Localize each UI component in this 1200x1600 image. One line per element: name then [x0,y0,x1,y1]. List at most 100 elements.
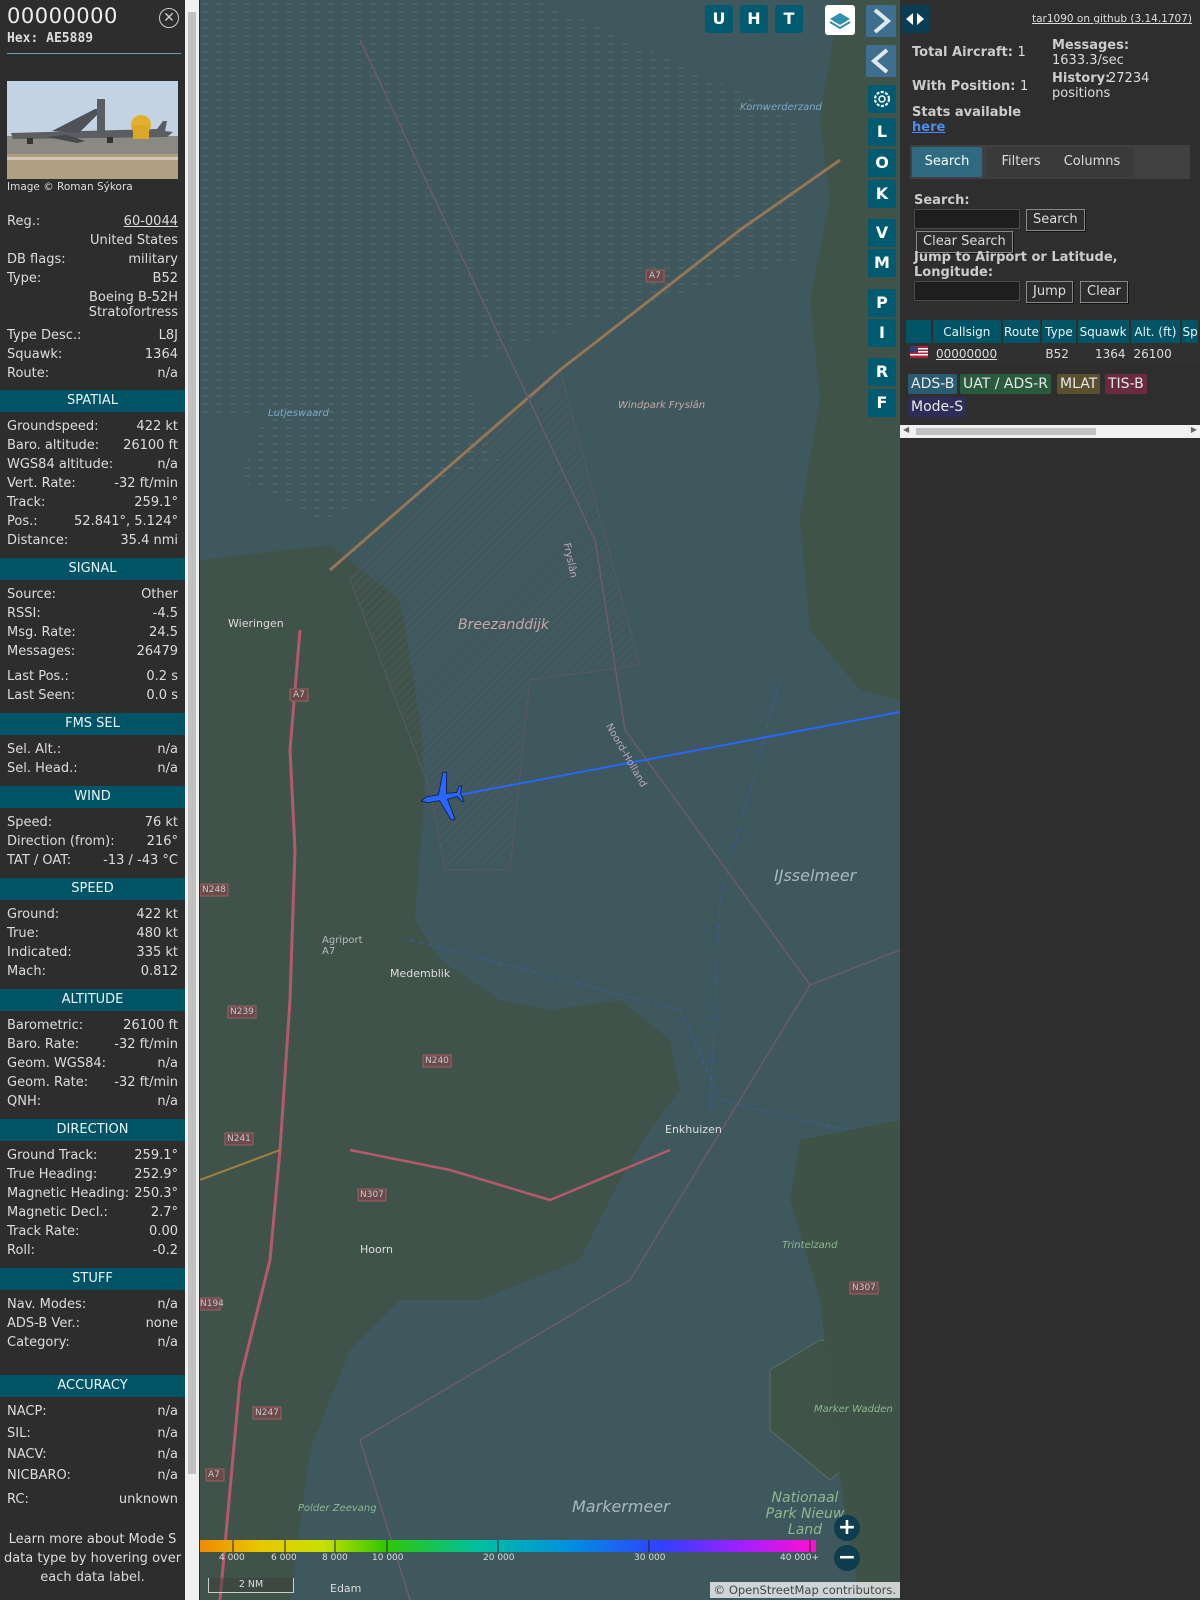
info-row: Magnetic Decl.: 2.7° [7,1205,178,1224]
info-row: Sel. Head.: n/a [7,761,178,780]
settings-button[interactable] [868,85,896,113]
toggle-l-button[interactable]: L [868,118,896,146]
collapse-sidebar-button[interactable] [866,45,896,77]
col-callsign[interactable]: Callsign [932,320,1003,343]
scroll-right-arrow-icon[interactable]: ▶ [1191,425,1197,434]
place-label: Enkhuizen [665,1123,722,1136]
squawk-value: 1364 [144,347,178,362]
route-label: Route: [7,366,50,381]
aircraft-photo[interactable] [7,81,178,179]
row-value: unknown [118,1492,178,1507]
info-row: Roll: -0.2 [7,1243,178,1262]
row-value: 422 kt [136,419,178,434]
row-label: Category: [7,1335,70,1350]
scrollbar-thumb[interactable] [188,12,196,1474]
row-label: RSSI: [7,606,41,621]
tab-search[interactable]: Search [912,147,982,177]
toggle-f-button[interactable]: F [868,389,896,417]
with-position-label: With Position: [912,79,1016,94]
info-row: Track Rate: 0.00 [7,1224,178,1243]
hscroll-thumb[interactable] [916,428,1096,435]
row-value: -32 ft/min [114,1037,178,1052]
info-row: True Heading: 252.9° [7,1167,178,1186]
toggle-r-button[interactable]: R [868,358,896,386]
toggle-panel-button[interactable] [901,5,929,33]
legend-uat: UAT / ADS-R [960,374,1051,394]
row-type: B52 [1041,343,1077,364]
col-route[interactable]: Route [1001,320,1043,343]
toggle-u-button[interactable]: U [705,5,733,33]
col-type[interactable]: Type [1041,320,1078,343]
col-altitude[interactable]: Alt. (ft) [1129,320,1183,343]
info-row: Source: Other [7,587,178,606]
clear-jump-button[interactable]: Clear [1080,281,1128,303]
road-label: A7 [208,1470,220,1480]
dbflags-row: DB flags: military [7,252,178,271]
selected-hex: Hex: AE5889 [7,31,94,46]
row-value: 259.1° [134,495,178,510]
jump-button[interactable]: Jump [1026,281,1073,303]
info-panel-scrollbar[interactable] [185,0,199,1600]
row-value: n/a [157,1094,178,1109]
map-attribution: © OpenStreetMap contributors. [709,1582,900,1598]
section-accuracy: ACCURACY [0,1375,185,1397]
altitude-tick: 4 000 [219,1553,245,1563]
row-label: Last Seen: [7,688,76,703]
toggle-p-button[interactable]: P [868,289,896,317]
row-value: Other [141,587,178,602]
toggle-v-button[interactable]: V [868,219,896,247]
tab-filters[interactable]: Filters [986,147,1056,177]
reg-link[interactable]: 60-0044 [124,214,178,229]
info-row: Sel. Alt.: n/a [7,742,178,761]
info-row: Ground Track: 259.1° [7,1148,178,1167]
table-row[interactable]: 00000000 B52 1364 26100 [906,343,1199,364]
zoom-out-button[interactable]: − [834,1545,860,1571]
toggle-k-button[interactable]: K [868,180,896,208]
search-button[interactable]: Search [1026,209,1085,231]
row-callsign[interactable]: 00000000 [932,343,1002,364]
row-label: TAT / OAT: [7,853,72,868]
expand-sidebar-button[interactable] [866,5,896,37]
road-label: N307 [852,1283,876,1293]
info-row: Last Seen: 0.0 s [7,688,178,707]
toggle-o-button[interactable]: O [868,149,896,177]
toggle-t-button[interactable]: T [775,5,803,33]
row-label: Nav. Modes: [7,1297,87,1312]
row-value: 24.5 [149,625,178,640]
toggle-i-button[interactable]: I [868,319,896,347]
aircraft-info-panel: 00000000 ✕ Hex: AE5889 Image © Roman Sýk… [0,0,185,1600]
total-aircraft-value: 1 [1017,45,1026,60]
info-row: Msg. Rate: 24.5 [7,625,178,644]
place-label: Trintelzand [782,1240,838,1251]
altitude-tick: 40 000+ [780,1553,820,1563]
table-hscrollbar[interactable]: ◀ ▶ [900,425,1200,438]
close-icon[interactable]: ✕ [159,8,179,28]
toggle-m-button[interactable]: M [868,249,896,277]
type-row: Type: B52 [7,271,178,290]
row-label: QNH: [7,1094,42,1109]
stats-here-link[interactable]: here [912,120,945,135]
zoom-in-button[interactable]: + [834,1515,860,1541]
openstreetmap-link[interactable]: OpenStreetMap [729,1583,819,1597]
row-label: Indicated: [7,945,72,960]
tab-columns[interactable]: Columns [1050,147,1134,177]
flag-drawing [910,346,928,358]
map-view[interactable]: Breezanddijk IJsselmeer Markermeer Wieri… [200,0,900,1600]
col-speed[interactable]: Sp [1181,320,1200,343]
scroll-left-arrow-icon[interactable]: ◀ [903,425,909,434]
layers-button[interactable] [825,5,855,35]
col-flag[interactable] [906,320,933,343]
version-link[interactable]: tar1090 on github (3.14.1707) [1032,13,1192,25]
row-value: 26479 [136,644,178,659]
col-squawk[interactable]: Squawk [1076,320,1131,343]
layers-icon [829,13,851,30]
info-row: Indicated: 335 kt [7,945,178,964]
jump-input[interactable] [914,281,1020,301]
legend-mlat: MLAT [1057,374,1101,394]
us-flag-icon [906,343,932,364]
search-input[interactable] [914,209,1020,229]
road-label: N241 [227,1134,251,1144]
section-speed: SPEED [0,878,185,900]
info-row: Category: n/a [7,1335,178,1354]
toggle-h-button[interactable]: H [740,5,768,33]
